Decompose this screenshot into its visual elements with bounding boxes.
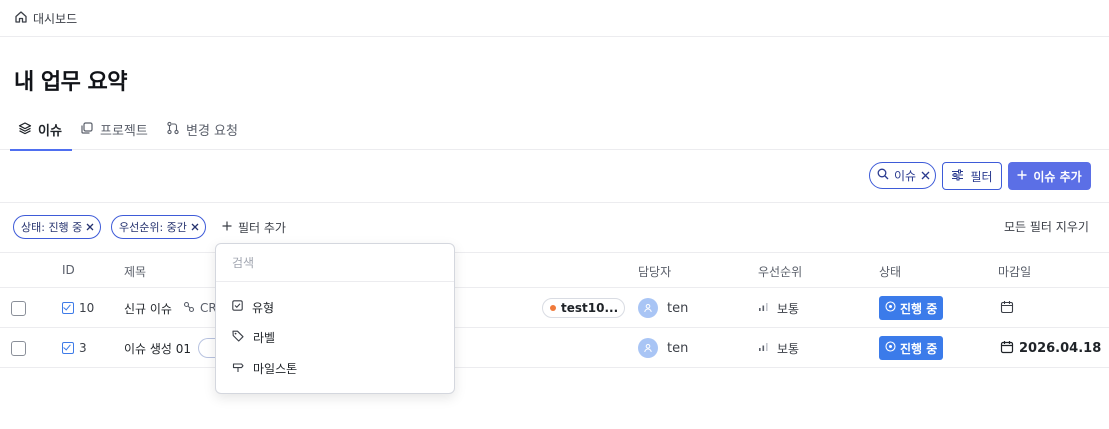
column-header-due-date[interactable]: 마감일 <box>998 263 1031 280</box>
filter-chip-status[interactable]: 상태: 진행 중 <box>13 215 102 239</box>
breadcrumb-dashboard[interactable]: 대시보드 <box>33 10 77 27</box>
status-circle-icon <box>885 341 896 355</box>
checkbox-square-icon <box>232 300 243 314</box>
close-icon[interactable] <box>191 221 199 234</box>
avatar <box>638 338 658 358</box>
calendar-icon[interactable] <box>1000 340 1014 357</box>
filter-chip-status-label: 상태: 진행 중 <box>21 221 83 234</box>
tab-projects-label: 프로젝트 <box>100 124 148 139</box>
plus-icon <box>222 220 232 234</box>
dropdown-item-label-label: 라벨 <box>253 330 276 345</box>
layers-icon <box>18 121 32 139</box>
assignee-name: ten <box>667 340 689 356</box>
filter-button-label: 필터 <box>970 169 993 184</box>
dropdown-item-milestone-label: 마일스톤 <box>253 361 298 376</box>
dropdown-item-type-label: 유형 <box>252 300 275 315</box>
table-header: ID 제목 담당자 우선순위 상태 마감일 <box>0 252 1109 288</box>
add-issue-button[interactable]: 이슈 추가 <box>1008 162 1091 190</box>
search-chip[interactable]: 이슈 <box>869 162 936 189</box>
issue-title[interactable]: 신규 이슈 <box>124 300 172 317</box>
label-pill[interactable]: test10... <box>542 298 626 318</box>
column-header-priority[interactable]: 우선순위 <box>758 263 802 280</box>
status-label: 진행 중 <box>900 301 938 316</box>
tab-projects[interactable]: 프로젝트 <box>80 110 148 149</box>
label-dot <box>550 305 556 311</box>
table-row[interactable]: 10 신규 이슈 CR test10... ten 보통 진행 중 <box>0 288 1109 328</box>
priority-label: 보통 <box>777 341 800 356</box>
tab-change-requests[interactable]: 변경 요청 <box>166 110 238 149</box>
signpost-icon <box>232 361 244 376</box>
page-title: 내 업무 요약 <box>14 70 128 95</box>
dropdown-item-milestone[interactable]: 마일스톤 <box>232 358 297 378</box>
assignee-name: ten <box>667 300 689 316</box>
column-header-assignee[interactable]: 담당자 <box>638 263 671 280</box>
tab-bar: 이슈 프로젝트 변경 요청 <box>0 110 1109 151</box>
close-icon[interactable] <box>86 221 94 234</box>
priority-bars-icon <box>758 301 769 315</box>
git-pull-request-icon <box>166 121 180 139</box>
clear-all-filters-button[interactable]: 모든 필터 지우기 <box>1004 218 1089 235</box>
table-row[interactable]: 3 이슈 생성 01 ten 보통 진행 중 2026.04.18 <box>0 328 1109 368</box>
dropdown-item-label[interactable]: 라벨 <box>232 327 275 347</box>
calendar-icon[interactable] <box>1000 300 1014 317</box>
status-badge[interactable]: 진행 중 <box>879 296 944 320</box>
tag-icon <box>232 330 244 345</box>
tab-issues-label: 이슈 <box>38 124 62 139</box>
breadcrumb: 대시보드 <box>0 0 1109 37</box>
plus-icon <box>1017 169 1027 183</box>
due-date: 2026.04.18 <box>1019 340 1102 356</box>
copy-icon <box>80 121 94 139</box>
column-header-status[interactable]: 상태 <box>879 263 901 280</box>
add-filter-button[interactable]: 필터 추가 <box>222 218 286 236</box>
column-header-title[interactable]: 제목 <box>124 263 146 280</box>
close-icon[interactable] <box>921 169 930 183</box>
row-checkbox[interactable] <box>11 340 26 356</box>
issue-id: 3 <box>79 341 87 355</box>
link-icon <box>183 301 195 316</box>
task-type-icon <box>62 342 74 354</box>
status-label: 진행 중 <box>900 341 938 356</box>
label-text: test10... <box>561 301 619 315</box>
avatar <box>638 298 658 318</box>
add-filter-dropdown: 검색 유형 라벨 마일스톤 <box>215 243 455 394</box>
tab-change-requests-label: 변경 요청 <box>186 124 238 139</box>
task-type-icon <box>62 302 74 314</box>
status-badge[interactable]: 진행 중 <box>879 336 944 360</box>
priority-bars-icon <box>758 341 769 355</box>
status-circle-icon <box>885 301 896 315</box>
issue-title[interactable]: 이슈 생성 01 <box>124 340 191 357</box>
filter-button[interactable]: 필터 <box>942 162 1002 190</box>
dropdown-search-input[interactable]: 검색 <box>216 244 454 282</box>
priority-label: 보통 <box>777 301 800 316</box>
add-filter-label: 필터 추가 <box>238 220 286 235</box>
home-icon[interactable] <box>14 10 28 27</box>
search-icon <box>877 168 889 183</box>
search-chip-label: 이슈 <box>894 169 917 183</box>
tab-issues[interactable]: 이슈 <box>10 110 72 151</box>
filter-chip-priority-label: 우선순위: 중간 <box>119 221 187 234</box>
column-header-id[interactable]: ID <box>62 263 75 277</box>
add-issue-label: 이슈 추가 <box>1033 169 1082 184</box>
row-checkbox[interactable] <box>11 300 26 316</box>
issue-id: 10 <box>79 301 95 315</box>
dropdown-item-type[interactable]: 유형 <box>232 297 274 317</box>
divider <box>0 202 1109 203</box>
filter-chip-priority[interactable]: 우선순위: 중간 <box>111 215 206 239</box>
sliders-icon <box>951 169 964 184</box>
